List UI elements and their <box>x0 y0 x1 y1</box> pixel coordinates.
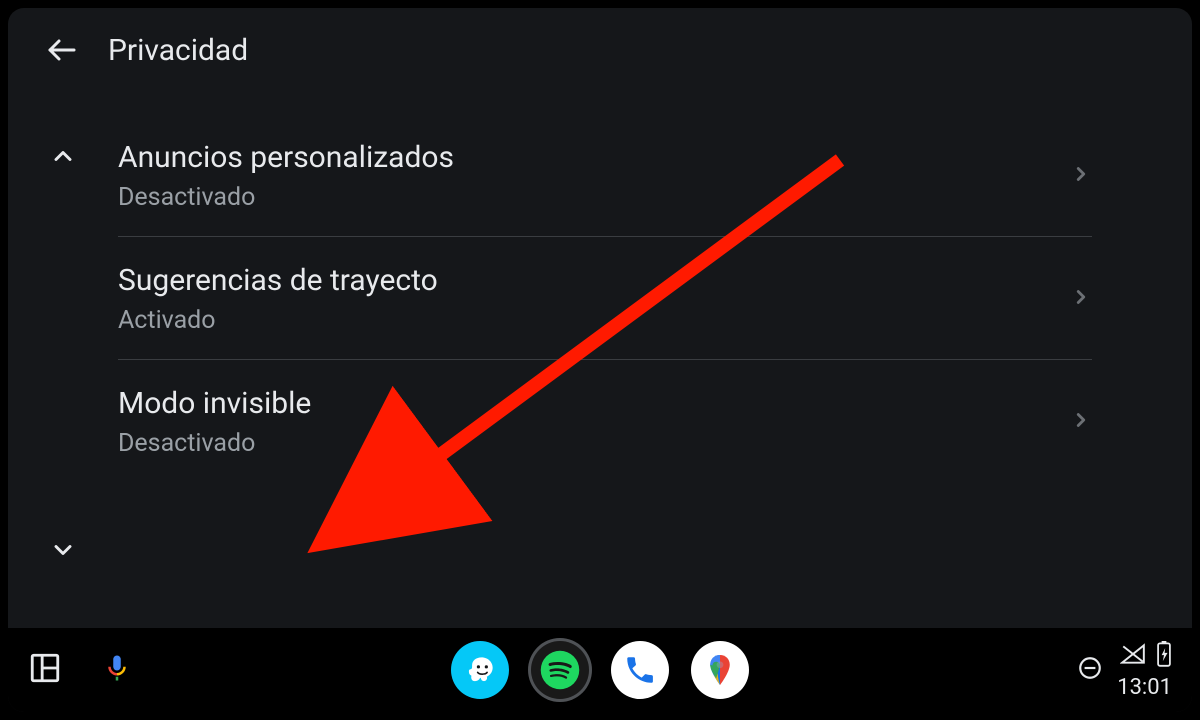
clock: 13:01 <box>1117 675 1172 700</box>
page-title: Privacidad <box>108 33 248 68</box>
app-launcher-button[interactable] <box>28 651 62 689</box>
item-title: Modo invisible <box>118 386 311 421</box>
signal-icon <box>1120 643 1146 669</box>
app-spotify[interactable] <box>531 641 589 699</box>
item-status: Activado <box>118 306 438 335</box>
scroll-up-button[interactable] <box>49 142 77 174</box>
item-title: Anuncios personalizados <box>118 140 454 175</box>
settings-item-invisible-mode[interactable]: Modo invisible Desactivado <box>118 360 1092 482</box>
back-button[interactable] <box>44 32 80 68</box>
scroll-down-button[interactable] <box>49 536 77 568</box>
settings-item-route-suggestions[interactable]: Sugerencias de trayecto Activado <box>118 237 1092 360</box>
battery-charging-icon <box>1156 641 1172 671</box>
bottom-nav-bar: 13:01 <box>8 628 1192 712</box>
app-phone[interactable] <box>611 641 669 699</box>
do-not-disturb-icon[interactable] <box>1077 655 1103 685</box>
chevron-right-icon <box>1070 286 1092 312</box>
app-google-maps[interactable] <box>691 641 749 699</box>
item-title: Sugerencias de trayecto <box>118 263 438 298</box>
app-waze[interactable] <box>451 641 509 699</box>
voice-assistant-button[interactable] <box>102 653 132 687</box>
chevron-right-icon <box>1070 163 1092 189</box>
item-status: Desactivado <box>118 183 454 212</box>
settings-item-personalized-ads[interactable]: Anuncios personalizados Desactivado <box>118 114 1092 237</box>
chevron-right-icon <box>1070 409 1092 435</box>
item-status: Desactivado <box>118 429 311 458</box>
